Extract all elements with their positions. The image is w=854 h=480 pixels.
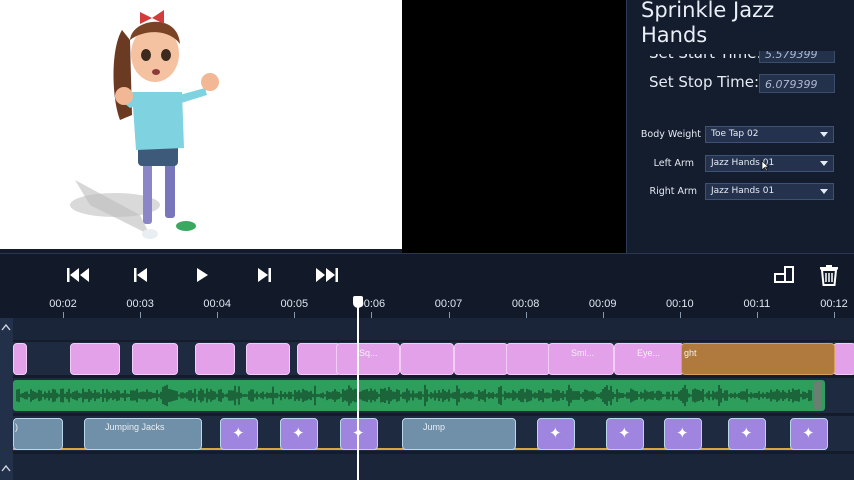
collapse-icon[interactable] — [1, 464, 11, 472]
right-arm-label: Right Arm — [649, 186, 697, 197]
face-clip[interactable] — [506, 343, 550, 375]
trim-icon[interactable] — [771, 264, 797, 286]
collapse-icon[interactable] — [1, 323, 11, 331]
body-clip-label: Jumping Jacks — [105, 422, 165, 432]
waveform-path — [16, 384, 812, 407]
face-clip[interactable] — [833, 343, 854, 375]
sparkle-icon: ✦ — [676, 425, 689, 442]
playhead[interactable] — [357, 298, 359, 480]
left-arm-dropdown[interactable]: Jazz Hands 01 — [705, 155, 834, 172]
sparkle-clip[interactable]: ✦ — [664, 418, 702, 450]
face-clip[interactable] — [454, 343, 508, 375]
sparkle-clip[interactable]: ✦ — [728, 418, 766, 450]
face-clip[interactable] — [297, 343, 341, 375]
body-clip-label: ) — [15, 422, 18, 432]
body-clip[interactable]: ) — [13, 418, 63, 450]
face-clip[interactable]: Sq... — [336, 343, 400, 375]
body-weight-dropdown[interactable]: Toe Tap 02 — [705, 126, 834, 143]
right-arm-value: Jazz Hands 01 — [711, 186, 775, 196]
face-clip[interactable] — [400, 343, 454, 375]
track-header-lane — [13, 318, 854, 340]
character-figure — [70, 10, 219, 239]
body-weight-label: Body Weight — [640, 129, 701, 140]
step-forward-icon[interactable] — [251, 264, 277, 286]
skip-to-start-icon[interactable] — [65, 264, 91, 286]
chevron-down-icon — [820, 132, 828, 137]
right-arm-dropdown[interactable]: Jazz Hands 01 — [705, 183, 834, 200]
playhead-handle[interactable] — [353, 296, 363, 308]
sparkle-clip[interactable]: ✦ — [340, 418, 378, 450]
character-viewport[interactable] — [0, 0, 402, 249]
sparkle-icon: ✦ — [232, 425, 245, 442]
sparkle-clip[interactable]: ✦ — [790, 418, 828, 450]
face-clip[interactable]: Smi... — [548, 343, 614, 375]
body-clip-label: Jump — [423, 422, 446, 432]
mouse-cursor-icon — [761, 160, 769, 172]
sparkle-icon: ✦ — [549, 425, 562, 442]
empty-track — [13, 454, 854, 480]
face-clip-label: ght — [684, 348, 697, 358]
sparkle-clip[interactable]: ✦ — [220, 418, 258, 450]
sparkle-icon: ✦ — [292, 425, 305, 442]
face-clip[interactable] — [195, 343, 235, 375]
ruler-tick-label: 00:12 — [820, 298, 848, 310]
skip-to-end-icon[interactable] — [314, 264, 340, 286]
face-clip-label: Sq... — [359, 348, 378, 358]
ruler-tick-label: 00:04 — [203, 298, 231, 310]
ruler-tick-label: 00:11 — [743, 298, 771, 310]
properties-panel: Sprinkle Jazz Hands Set Start Time: 5.57… — [626, 0, 854, 253]
chevron-down-icon — [820, 189, 828, 194]
sparkle-clip[interactable]: ✦ — [537, 418, 575, 450]
preview-background — [402, 0, 626, 253]
face-clip[interactable] — [132, 343, 178, 375]
left-arm-label: Left Arm — [653, 158, 694, 169]
ruler-tick-label: 00:07 — [434, 298, 463, 310]
chevron-down-icon — [820, 161, 828, 166]
sparkle-icon: ✦ — [740, 425, 753, 442]
face-clip-long[interactable]: ght — [681, 343, 835, 375]
ruler-tick-label: 00:02 — [49, 298, 77, 310]
step-back-icon[interactable] — [128, 264, 154, 286]
sparkle-icon: ✦ — [802, 425, 815, 442]
animation-title: Sprinkle Jazz Hands — [641, 0, 775, 47]
body-weight-value: Toe Tap 02 — [711, 129, 759, 139]
sparkle-icon: ✦ — [618, 425, 631, 442]
trash-icon[interactable] — [816, 264, 842, 286]
body-clip[interactable]: Jumping Jacks — [84, 418, 202, 450]
face-clip[interactable] — [246, 343, 290, 375]
sparkle-clip[interactable]: ✦ — [606, 418, 644, 450]
body-clip[interactable]: Jump — [402, 418, 516, 450]
face-clip[interactable]: Eye... — [614, 343, 684, 375]
face-clip-label: Eye... — [637, 348, 661, 358]
ruler-tick-label: 00:10 — [666, 298, 694, 310]
ruler-tick-label: 00:03 — [126, 298, 154, 310]
set-stop-input[interactable]: 6.079399 — [759, 74, 835, 93]
ruler-tick-label: 00:09 — [588, 298, 617, 310]
face-clip[interactable] — [13, 343, 27, 375]
audio-waveform — [16, 384, 812, 407]
ruler-tick-label: 00:08 — [511, 298, 540, 310]
track-gutter — [0, 318, 13, 480]
face-clip-label: Smi... — [571, 348, 595, 358]
ruler-tick-label: 00:05 — [280, 298, 309, 310]
set-stop-label: Set Stop Time: — [649, 73, 760, 91]
play-icon[interactable] — [190, 264, 216, 286]
sparkle-clip[interactable]: ✦ — [280, 418, 318, 450]
face-clip[interactable] — [70, 343, 120, 375]
